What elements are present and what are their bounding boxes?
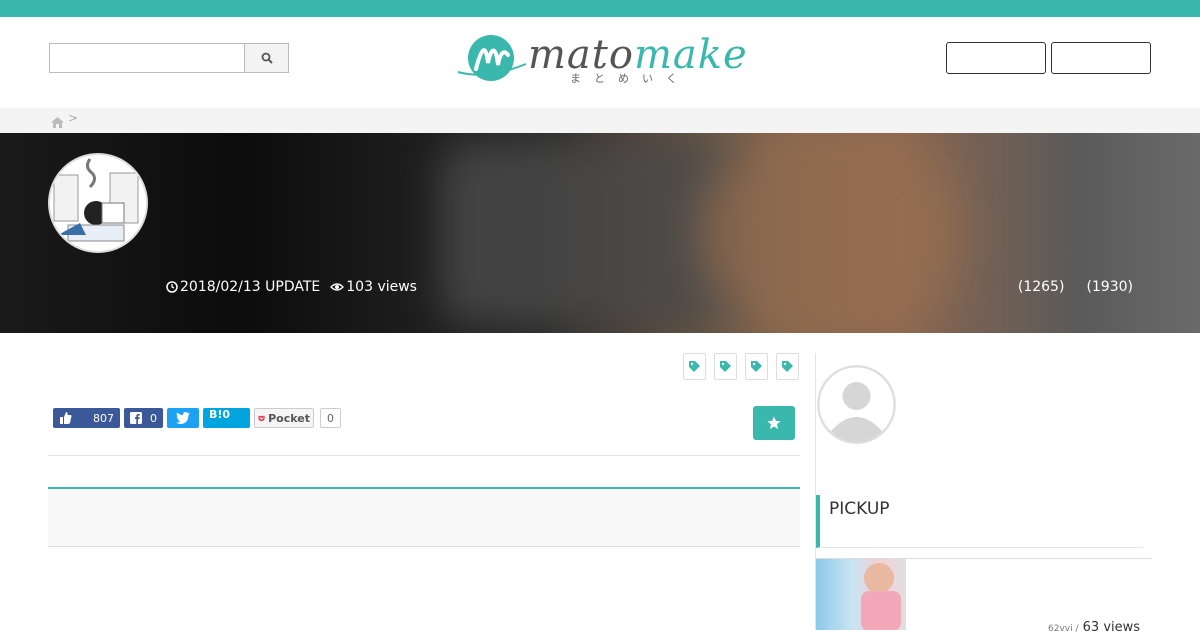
thumbnail-figure [864,563,894,593]
count-1[interactable]: (1265) [1018,279,1065,295]
update-date-text: 2018/02/13 UPDATE [180,279,321,295]
share-buttons: 807 0 B!0 Pocket 0 [53,408,341,428]
logo-subtitle: まとめいく [570,72,690,85]
search-input[interactable] [49,43,244,73]
twitter-icon [176,412,190,424]
star-icon [767,416,781,429]
favorite-button[interactable] [753,406,795,440]
search-icon [261,52,273,64]
eye-icon [330,283,345,291]
header-button-2[interactable] [1051,42,1151,74]
site-logo[interactable]: matomake まとめいく [456,30,747,90]
tag-icon [689,361,700,372]
pickup-title: PICKUP [829,499,890,519]
breadcrumb-separator: > [68,111,79,125]
divider [48,455,800,456]
pocket-button[interactable]: Pocket [254,408,314,428]
article-meta: 2018/02/13 UPDATE 103 views [166,279,417,295]
tag-icon [782,361,793,372]
pocket-label: Pocket [268,411,310,425]
tag-item[interactable] [776,353,799,380]
pickup-item-views-small: 62vvi / [1048,624,1079,634]
pickup-item-thumbnail[interactable] [816,559,906,630]
tag-item[interactable] [714,353,737,380]
pickup-item-views: 62vvi / 63 views [1048,620,1140,635]
view-count-text: 103 views [346,279,417,295]
hatena-count: B!0 [209,408,231,421]
article-summary-box [48,487,800,547]
tag-item[interactable] [745,353,768,380]
top-accent-bar [0,0,1200,17]
hatena-bookmark-button[interactable]: B!0 [203,408,250,428]
hero-blur-shape [700,133,960,333]
count-2[interactable]: (1930) [1086,279,1133,295]
facebook-share-count: 0 [150,411,157,425]
search-button[interactable] [244,43,289,73]
tag-icon [751,361,762,372]
update-date: 2018/02/13 UPDATE [166,279,320,295]
header-button-1[interactable] [946,42,1046,74]
clock-icon [166,281,178,293]
twitter-share-button[interactable] [167,408,199,428]
facebook-like-count: 807 [93,411,114,425]
pickup-item-views-text: 63 views [1082,620,1141,635]
pickup-section-header: PICKUP [816,495,1143,548]
tag-icon [720,361,731,372]
home-icon[interactable] [51,113,64,132]
facebook-share-button[interactable]: 0 [124,408,163,428]
pocket-icon [258,415,265,421]
breadcrumb: > [0,108,1200,133]
author-avatar[interactable] [48,153,148,253]
thumbs-up-icon [60,412,72,424]
tag-list [683,353,799,380]
pocket-count: 0 [320,408,341,428]
facebook-icon [130,412,142,424]
view-count: 103 views [330,279,417,295]
search-form [49,43,289,73]
thumbnail-figure [861,591,901,630]
facebook-like-button[interactable]: 807 [53,408,120,428]
sidebar-profile-avatar[interactable] [817,365,896,444]
article-counts: (1265) (1930) [1018,279,1133,295]
logo-swoosh-icon [457,63,527,76]
tag-item[interactable] [683,353,706,380]
article-hero-banner [0,133,1200,333]
